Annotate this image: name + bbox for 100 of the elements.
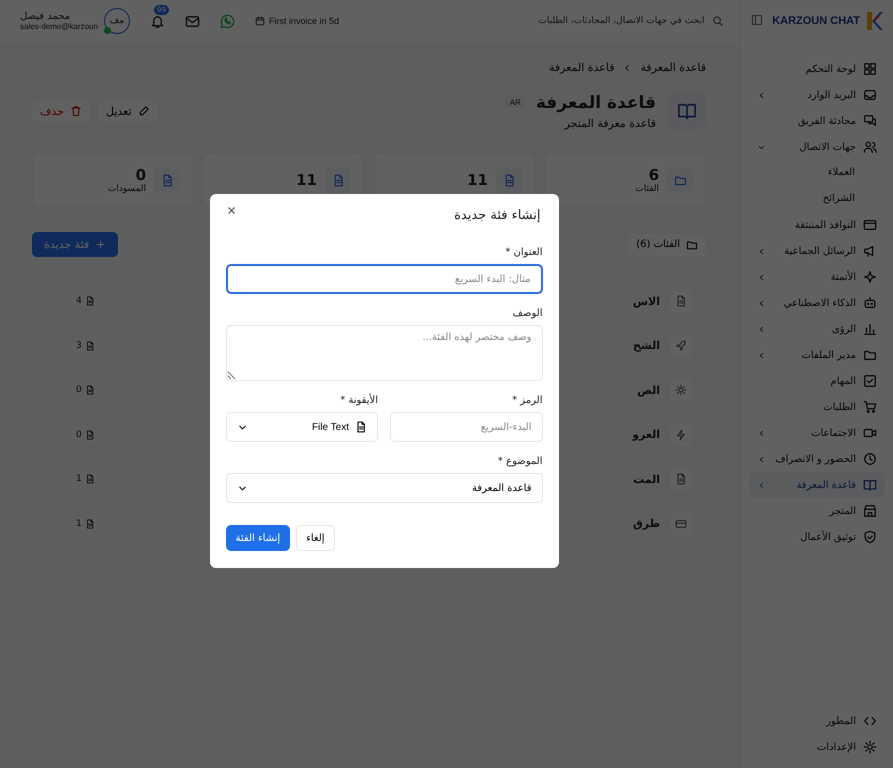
stat-label: الفئات <box>635 184 659 194</box>
stat-label: المسودات <box>108 184 146 194</box>
stat-value: 11 <box>296 171 317 189</box>
document-icon <box>84 340 95 351</box>
sidebar-item[interactable]: المتجر <box>749 498 885 524</box>
rocket-icon <box>675 340 687 352</box>
field-label: الرمز * <box>511 395 542 406</box>
brand-name: KARZOUN CHAT <box>772 15 860 27</box>
book-icon <box>863 478 877 492</box>
stat-value: 6 <box>648 166 659 184</box>
document-icon <box>84 518 95 529</box>
cart-icon <box>863 400 877 414</box>
stat-value: 11 <box>467 171 488 189</box>
user-name: محمد فيصل <box>20 11 70 22</box>
user-email: sales-demo@karzoun <box>20 22 98 31</box>
sidebar-item[interactable]: الاجتماعات <box>749 420 885 446</box>
logo-icon <box>865 10 883 32</box>
folder-icon <box>686 238 698 250</box>
sidebar-item[interactable]: قاعدة المعرفة <box>749 472 885 498</box>
close-icon <box>226 205 236 216</box>
checkbox-icon <box>863 374 877 388</box>
calendar-icon <box>254 16 265 26</box>
page-subtitle: قاعدة معرفة المتجر <box>563 116 656 130</box>
avatar: مف <box>104 8 130 34</box>
sidebar-item[interactable]: البريد الوارد <box>749 82 885 108</box>
document-icon <box>84 474 95 484</box>
field-label: الأيقونة * <box>339 395 378 406</box>
sidebar-item[interactable]: الحضور و الانصراف <box>749 446 885 472</box>
category-title[interactable]: الص <box>637 384 660 397</box>
bell-icon <box>150 14 165 28</box>
sidebar-item[interactable]: المطور <box>749 708 885 734</box>
sidebar-item[interactable]: الأتمتة <box>749 264 885 290</box>
trash-icon <box>70 105 82 117</box>
bar-chart-icon <box>863 322 877 336</box>
sidebar-item[interactable]: مدير الملفات <box>749 342 885 368</box>
grid-icon <box>863 62 877 76</box>
code-icon <box>863 714 877 728</box>
sidebar-item[interactable]: لوحة التحكم <box>749 56 885 82</box>
page-title: قاعدة المعرفة <box>536 92 656 112</box>
sparkle-icon <box>863 270 877 284</box>
pencil-icon <box>138 105 150 117</box>
close-button[interactable] <box>226 205 236 216</box>
sidebar-item[interactable]: جهات الاتصال <box>749 134 885 160</box>
new-category-button[interactable]: فئة جديدة <box>32 232 118 257</box>
cancel-button[interactable]: إلغاء <box>296 525 335 551</box>
search-field[interactable]: ابحث في جهات الاتصال، المحادثات، الطلبات <box>494 15 706 27</box>
window-icon <box>863 218 877 232</box>
folder-icon <box>863 348 877 362</box>
field-label: الموضوع * <box>496 456 542 467</box>
field-label: الوصف <box>512 308 542 319</box>
search-icon <box>712 15 724 27</box>
stat-value: 0 <box>134 166 146 184</box>
envelope-icon <box>184 14 200 28</box>
phone-bubble-icon <box>220 14 235 28</box>
sidebar-item[interactable]: النوافذ المنبثقة <box>749 212 885 238</box>
breadcrumb-item[interactable]: قاعدة المعرفة <box>640 61 706 74</box>
description-field[interactable]: وصف مختصر لهذه الفئة... <box>226 325 542 381</box>
document-icon <box>675 473 687 486</box>
document-icon <box>160 174 174 186</box>
category-title[interactable]: العرو <box>632 428 660 442</box>
document-icon <box>675 295 687 308</box>
robot-icon <box>863 296 877 310</box>
plus-icon <box>95 239 106 250</box>
sidebar-item[interactable]: الرسائل الجماعية <box>749 238 885 264</box>
document-icon <box>355 421 367 433</box>
sidebar-item[interactable]: الذكاء الاصطناعي <box>749 290 885 316</box>
store-icon <box>863 504 877 518</box>
sidebar-item[interactable]: الرؤى <box>749 316 885 342</box>
document-icon <box>84 385 95 396</box>
sidebar-item[interactable]: توثيق الأعمال <box>749 524 885 550</box>
language-tag: AR <box>504 96 526 109</box>
document-icon <box>84 430 95 440</box>
invoice-notice: First invoice in 5d <box>268 16 339 26</box>
document-icon <box>332 174 344 186</box>
chat-icon <box>863 114 877 128</box>
category-title[interactable]: المت <box>633 472 660 486</box>
sidebar-item[interactable]: الطلبات <box>749 394 885 420</box>
sidebar-item[interactable]: الإعدادات <box>749 734 885 760</box>
breadcrumb-item: قاعدة المعرفة <box>548 61 614 74</box>
create-button[interactable]: إنشاء الفئة <box>226 525 290 551</box>
sidebar-item[interactable]: المهام <box>749 368 885 394</box>
sidebar-subitem[interactable]: الشرائح <box>822 186 855 212</box>
document-icon <box>502 174 516 186</box>
field-label: العنوان * <box>504 247 542 258</box>
select-dropdown[interactable]: File Text <box>226 412 378 442</box>
shield-icon <box>863 530 877 544</box>
inbox-icon <box>863 88 877 102</box>
sidebar-subitem[interactable]: العملاء <box>828 160 855 186</box>
select-dropdown[interactable]: قاعدة المعرفة <box>226 473 542 503</box>
sidebar-item[interactable]: محادثة الفريق <box>749 108 885 134</box>
dialog-title: إنشاء فئة جديدة <box>454 208 540 223</box>
category-title[interactable]: الاس <box>632 294 660 308</box>
video-icon <box>863 426 877 440</box>
document-icon <box>84 296 95 306</box>
text-field[interactable]: مثال: البدء السريع <box>226 264 542 294</box>
category-title[interactable]: الشح <box>632 339 660 352</box>
sidebar-toggle-icon <box>751 14 763 26</box>
lightning-icon <box>675 428 687 441</box>
category-title[interactable]: طرق <box>632 517 660 530</box>
book-icon <box>677 101 697 121</box>
